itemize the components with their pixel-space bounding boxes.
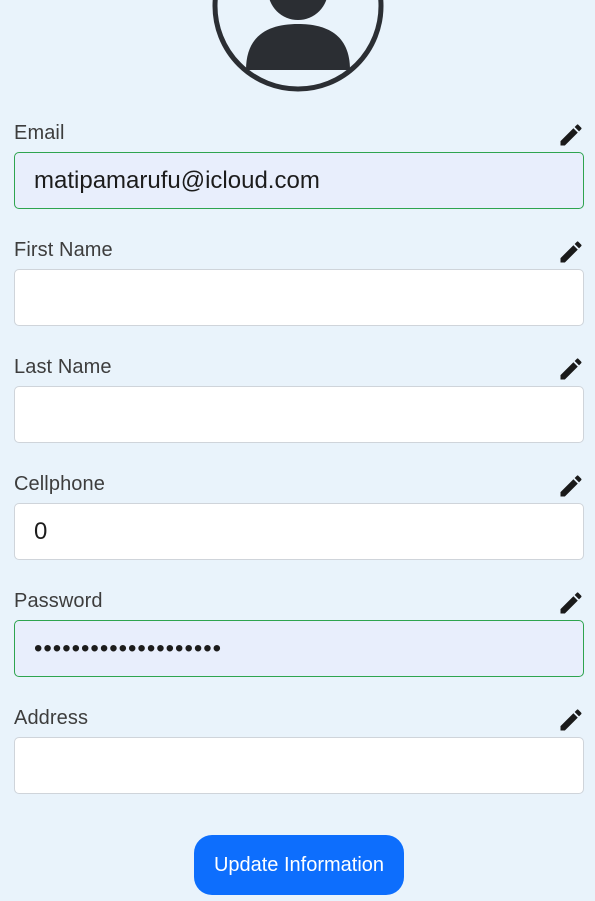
email-input[interactable]: [14, 152, 584, 209]
first-name-input[interactable]: [14, 269, 584, 326]
pencil-icon[interactable]: [557, 121, 585, 149]
pencil-icon[interactable]: [557, 472, 585, 500]
email-label: Email: [14, 122, 65, 144]
cellphone-label: Cellphone: [14, 473, 105, 495]
address-label: Address: [14, 707, 89, 729]
password-label: Password: [14, 590, 103, 612]
cellphone-input[interactable]: [14, 503, 584, 560]
profile-avatar: [212, 0, 384, 92]
update-information-button[interactable]: Update Information: [194, 835, 404, 895]
last-name-label: Last Name: [14, 356, 112, 378]
address-input[interactable]: [14, 737, 584, 794]
first-name-label: First Name: [14, 239, 113, 261]
last-name-input[interactable]: [14, 386, 584, 443]
pencil-icon[interactable]: [557, 706, 585, 734]
user-circle-icon: [212, 0, 384, 92]
pencil-icon[interactable]: [557, 589, 585, 617]
password-input[interactable]: [14, 620, 584, 677]
pencil-icon[interactable]: [557, 238, 585, 266]
pencil-icon[interactable]: [557, 355, 585, 383]
